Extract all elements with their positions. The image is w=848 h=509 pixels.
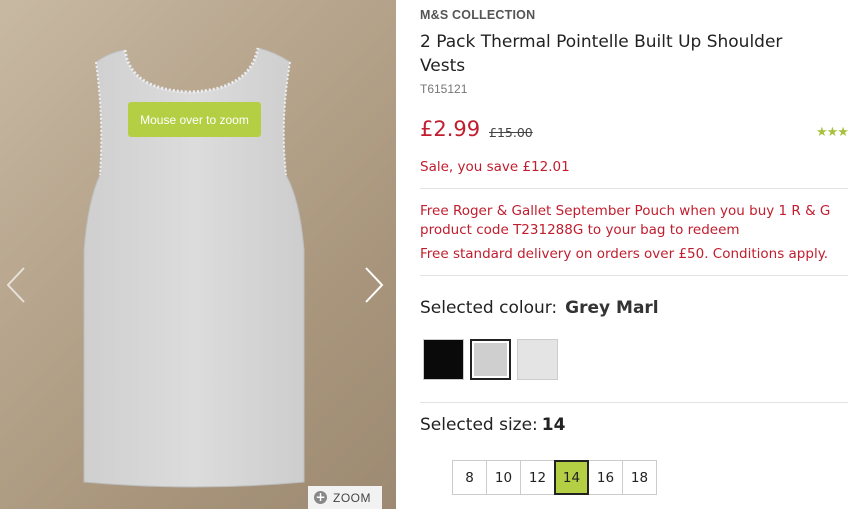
size-option-12[interactable]: 12 [520,460,555,495]
swatch-white[interactable] [517,339,558,380]
was-price: £15.00 [489,125,533,140]
selected-colour-label: Selected colour: Grey Marl [420,298,659,318]
zoom-button[interactable]: + ZOOM [308,486,382,509]
selected-size-label: Selected size: 14 [420,415,565,435]
brand-name: M&S COLLECTION [420,8,536,22]
zoom-button-label: ZOOM [333,490,371,505]
size-option-8[interactable]: 8 [452,460,487,495]
divider [420,402,848,403]
size-option-14[interactable]: 14 [554,460,589,495]
colour-swatches [423,339,558,380]
product-code: T615121 [420,82,468,96]
delivery-text: Free standard delivery on orders over £5… [420,246,829,262]
next-image-button[interactable] [362,265,386,305]
sale-savings-text: Sale, you save £12.01 [420,159,570,175]
product-image-vest[interactable] [0,0,396,509]
chevron-left-icon [6,267,25,303]
current-price: £2.99 [420,117,481,141]
product-title: 2 Pack Thermal Pointelle Built Up Should… [420,32,783,76]
size-label-text: Selected size: [420,415,538,435]
colour-label-text: Selected colour: [420,298,558,318]
size-options: 8 10 12 14 16 18 [452,460,657,495]
promo-offer-text: Free Roger & Gallet September Pouch when… [420,202,848,240]
promo-line-1: Free Roger & Gallet September Pouch when… [420,203,831,219]
previous-image-button[interactable] [4,265,28,305]
zoom-tooltip: Mouse over to zoom [128,102,261,137]
product-image-gallery[interactable]: Mouse over to zoom + ZOOM [0,0,396,509]
size-option-16[interactable]: 16 [588,460,623,495]
size-option-18[interactable]: 18 [622,460,657,495]
divider [420,275,848,276]
selected-size-value: 14 [541,415,566,435]
zoom-plus-icon: + [314,490,327,504]
selected-colour-value: Grey Marl [565,298,659,318]
swatch-black[interactable] [423,339,464,380]
rating-stars[interactable]: ★★★ [816,125,848,140]
divider [420,188,848,189]
chevron-right-icon [365,267,384,303]
promo-line-2: product code T231288G to your bag to red… [420,222,740,238]
size-option-10[interactable]: 10 [486,460,521,495]
swatch-grey-marl[interactable] [470,339,511,380]
